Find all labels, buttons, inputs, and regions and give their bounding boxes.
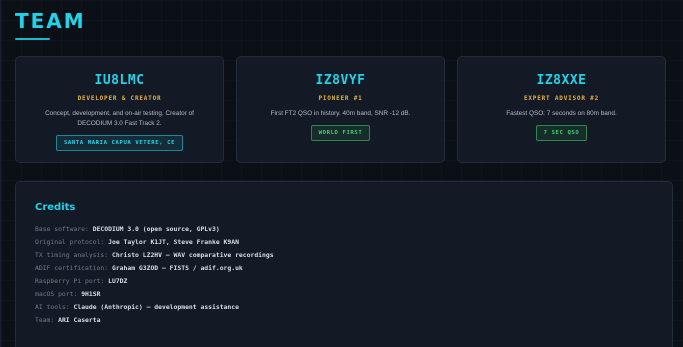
credit-value: Claude (Anthropic) — development assista… — [73, 303, 239, 311]
team-card-iz8xxe: IZ8XXE EXPERT ADVISOR #2 Fastest QSO: 7 … — [457, 56, 666, 163]
team-card-iu8lmc: IU8LMC DEVELOPER & CREATOR Concept, deve… — [15, 56, 224, 163]
achievement-badge: WORLD FIRST — [310, 125, 371, 141]
credit-value: Christo LZ2HV — WAV comparative recordin… — [111, 251, 274, 259]
credit-row: Raspberry Pi port: LU7DZ — [35, 275, 652, 288]
team-card-iz8vyf: IZ8VYF PIONEER #1 First FT2 QSO in histo… — [236, 56, 445, 163]
credit-row: macOS port: 9H1SR — [35, 288, 652, 301]
credit-label: Base software: — [35, 225, 89, 233]
location-badge: SANTA MARIA CAPUA VETERE, CE — [55, 135, 184, 151]
role-label: PIONEER #1 — [318, 95, 363, 102]
credit-label: Original protocol: — [35, 238, 105, 246]
callsign: IZ8XXE — [536, 73, 587, 88]
callsign: IU8LMC — [94, 73, 145, 88]
credit-row: Base software: DECODIUM 3.0 (open source… — [35, 223, 652, 236]
credit-row: Team: ARI Caserta — [35, 314, 652, 327]
credits-list: Base software: DECODIUM 3.0 (open source… — [35, 223, 652, 327]
credit-label: macOS port: — [35, 290, 78, 298]
role-label: DEVELOPER & CREATOR — [77, 95, 162, 102]
page-title: TEAM — [15, 9, 86, 33]
credit-value: ARI Caserta — [58, 316, 101, 324]
member-description: Concept, development, and on-air testing… — [45, 110, 194, 127]
credits-title: Credits — [35, 202, 76, 213]
credit-row: Original protocol: Joe Taylor K1JT, Stev… — [35, 236, 652, 249]
credit-row: AI tools: Claude (Anthropic) — developme… — [35, 301, 652, 314]
credit-label: Team: — [35, 316, 55, 324]
credit-label: ADIF certification: — [35, 264, 109, 272]
credit-row: ADIF certification: Graham G3ZOD — FISTS… — [35, 262, 652, 275]
member-description: Fastest QSO: 7 seconds on 80m band. — [506, 110, 617, 117]
credit-value: Joe Taylor K1JT, Steve Franke K9AN — [108, 238, 239, 246]
credit-value: Graham G3ZOD — FISTS / adif.org.uk — [111, 264, 243, 272]
member-description: First FT2 QSO in history. 40m band, SNR … — [270, 110, 411, 117]
credit-label: AI tools: — [35, 303, 70, 311]
title-underline — [15, 38, 50, 40]
credit-value: 9H1SR — [81, 290, 101, 298]
callsign: IZ8VYF — [315, 73, 366, 88]
credit-label: Raspberry Pi port: — [35, 277, 105, 285]
role-label: EXPERT ADVISOR #2 — [523, 95, 599, 102]
credit-value: LU7DZ — [108, 277, 128, 285]
credit-row: TX timing analysis: Christo LZ2HV — WAV … — [35, 249, 652, 262]
team-page: TEAM IU8LMC DEVELOPER & CREATOR Concept,… — [0, 0, 683, 347]
credits-panel: Credits Base software: DECODIUM 3.0 (ope… — [15, 181, 673, 347]
credit-label: TX timing analysis: — [35, 251, 109, 259]
achievement-badge: 7 SEC QSO — [535, 125, 588, 141]
credit-value: DECODIUM 3.0 (open source, GPLv3) — [92, 225, 220, 233]
team-cards: IU8LMC DEVELOPER & CREATOR Concept, deve… — [15, 56, 673, 163]
